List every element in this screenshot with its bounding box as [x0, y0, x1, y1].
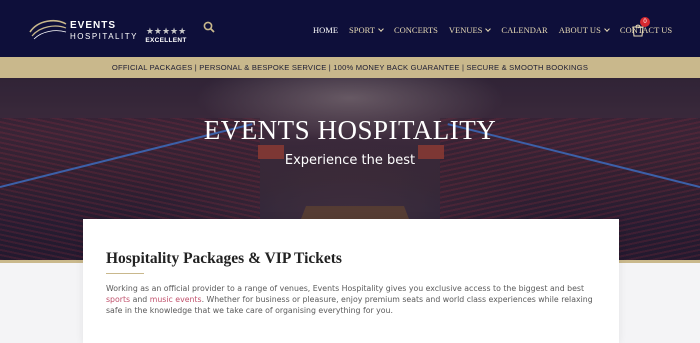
- nav-item-label: HOME: [313, 25, 339, 35]
- nav-item-label: CALENDAR: [501, 25, 548, 35]
- hero-title: EVENTS HOSPITALITY: [203, 115, 497, 145]
- rating-stars: ★★★★★: [145, 26, 187, 36]
- nav-item-label: SPORT: [349, 25, 375, 35]
- nav-item-label: CONCERTS: [393, 25, 438, 35]
- main-nav: HOME SPORT CONCERTS VENUES CALENDAR ABOU…: [313, 24, 683, 36]
- cart-count-badge: 0: [640, 17, 650, 27]
- hero-subtitle: Experience the best: [284, 153, 416, 168]
- chevron-down-icon: [485, 26, 492, 32]
- intro-card: Hospitality Packages & VIP Tickets Worki…: [83, 219, 619, 343]
- rating-badge[interactable]: ★★★★★ EXCELLENT: [144, 26, 188, 44]
- logo-text-hospitality: HOSPITALITY: [70, 32, 138, 41]
- intro-paragraph: Working as an official provider to a ran…: [106, 283, 601, 317]
- site-logo[interactable]: EVENTS HOSPITALITY: [28, 14, 138, 44]
- title-underline: [106, 273, 144, 274]
- nav-item-about-us[interactable]: ABOUT US: [558, 24, 610, 36]
- intro-text-part1: Working as an official provider to a ran…: [106, 284, 585, 293]
- nav-item-venues[interactable]: VENUES: [448, 24, 492, 36]
- usp-strip-text: OFFICIAL PACKAGES | PERSONAL & BESPOKE S…: [111, 63, 589, 72]
- nav-item-sport[interactable]: SPORT: [349, 24, 384, 36]
- intro-text-part2: and: [130, 295, 150, 305]
- music-events-link[interactable]: music events: [150, 295, 202, 304]
- nav-item-label: ABOUT US: [558, 25, 601, 35]
- nav-item-concerts[interactable]: CONCERTS: [394, 24, 438, 36]
- sports-link[interactable]: sports: [106, 295, 130, 304]
- usp-strip: OFFICIAL PACKAGES | PERSONAL & BESPOKE S…: [0, 57, 700, 78]
- chevron-down-icon: [378, 26, 384, 32]
- rating-label: EXCELLENT: [145, 37, 187, 44]
- nav-item-label: VENUES: [448, 25, 483, 35]
- nav-item-calendar[interactable]: CALENDAR: [501, 24, 547, 36]
- chevron-down-icon: [603, 26, 610, 32]
- search-icon[interactable]: [203, 21, 215, 33]
- site-header: EVENTS HOSPITALITY ★★★★★ EXCELLENT HOME …: [0, 0, 700, 57]
- nav-item-home[interactable]: HOME: [313, 24, 338, 36]
- section-title: Hospitality Packages & VIP Tickets: [106, 250, 342, 267]
- logo-text-events: EVENTS: [70, 20, 117, 31]
- logo-swoosh-icon: [29, 19, 67, 40]
